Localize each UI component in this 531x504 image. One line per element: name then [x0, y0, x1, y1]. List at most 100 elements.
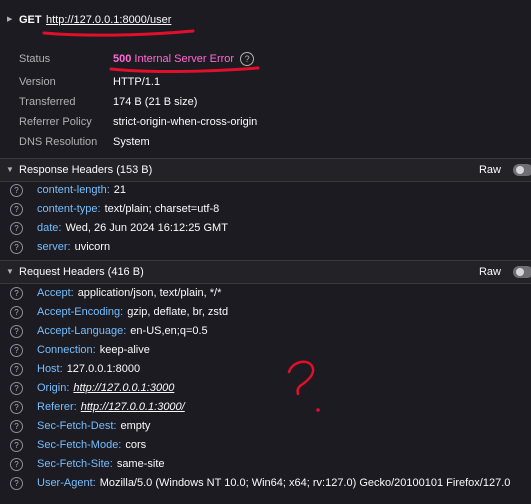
url-underline-annotation: [42, 29, 195, 37]
header-line: server: uvicorn: [37, 238, 110, 257]
header-line: Accept-Language: en-US,en;q=0.5: [37, 322, 208, 341]
header-help-icon[interactable]: ?: [10, 458, 23, 471]
header-name: User-Agent:: [37, 477, 96, 489]
header-name: server:: [37, 241, 71, 253]
header-value-link[interactable]: http://127.0.0.1:3000: [73, 382, 174, 394]
header-value: en-US,en;q=0.5: [130, 325, 208, 337]
request-method: GET: [19, 14, 42, 26]
header-value: text/plain; charset=utf-8: [104, 203, 220, 215]
request-headers-section[interactable]: ▼ Request Headers (416 B) Raw: [0, 260, 531, 284]
header-value: Wed, 26 Jun 2024 16:12:25 GMT: [65, 222, 228, 234]
header-value: application/json, text/plain, */*: [77, 287, 222, 299]
header-row: ? Accept-Encoding: gzip, deflate, br, zst…: [0, 303, 531, 322]
status-label: Status: [19, 53, 51, 65]
header-line: date: Wed, 26 Jun 2024 16:12:25 GMT: [37, 219, 228, 238]
header-value: uvicorn: [74, 241, 111, 253]
header-value: keep-alive: [99, 344, 150, 356]
header-line: Accept-Encoding: gzip, deflate, br, zstd: [37, 303, 228, 322]
version-label: Version: [19, 76, 56, 88]
header-line: content-length: 21: [37, 181, 126, 200]
status-help-icon[interactable]: ?: [240, 52, 255, 67]
header-help-icon[interactable]: ?: [10, 306, 23, 319]
header-row: ? Connection: keep-alive: [0, 341, 531, 360]
header-help-icon[interactable]: ?: [10, 477, 23, 490]
header-row: ? content-length: 21: [0, 181, 531, 200]
status-text: Internal Server Error: [134, 53, 235, 65]
header-name: Accept-Language:: [37, 325, 127, 337]
header-line: Referer: http://127.0.0.1:3000/: [37, 398, 185, 417]
header-row: ? Sec-Fetch-Dest: empty: [0, 417, 531, 436]
header-row: ? date: Wed, 26 Jun 2024 16:12:25 GMT: [0, 219, 531, 238]
header-line: User-Agent: Mozilla/5.0 (Windows NT 10.0;…: [37, 474, 510, 493]
header-name: Host:: [37, 363, 63, 375]
header-help-icon[interactable]: ?: [10, 241, 23, 254]
header-name: content-length:: [37, 184, 110, 196]
header-value: 21: [113, 184, 127, 196]
collapse-triangle-icon[interactable]: ▼: [6, 261, 14, 283]
dns-resolution-row: DNS Resolution System: [0, 132, 531, 152]
referrer-policy-value: strict-origin-when-cross-origin: [113, 116, 258, 128]
header-name: date:: [37, 222, 62, 234]
referrer-policy-label: Referrer Policy: [19, 116, 92, 128]
header-name: Sec-Fetch-Mode:: [37, 439, 122, 451]
request-url[interactable]: http://127.0.0.1:8000/user: [46, 10, 171, 30]
header-value: empty: [120, 420, 151, 432]
header-row: ? Sec-Fetch-Mode: cors: [0, 436, 531, 455]
version-row: Version HTTP/1.1: [0, 72, 531, 92]
status-row: Status 500 Internal Server Error?: [0, 49, 531, 69]
header-value: Mozilla/5.0 (Windows NT 10.0; Win64; x64…: [99, 477, 511, 489]
header-help-icon[interactable]: ?: [10, 382, 23, 395]
header-row: ? Sec-Fetch-Site: same-site: [0, 455, 531, 474]
header-value: same-site: [116, 458, 165, 470]
header-line: Sec-Fetch-Site: same-site: [37, 455, 165, 474]
header-line: Accept: application/json, text/plain, */*: [37, 284, 221, 303]
request-raw-toggle[interactable]: [513, 266, 531, 278]
header-help-icon[interactable]: ?: [10, 287, 23, 300]
header-line: Sec-Fetch-Mode: cors: [37, 436, 146, 455]
transferred-label: Transferred: [19, 96, 76, 108]
header-row: ? Host: 127.0.0.1:8000: [0, 360, 531, 379]
header-row: ? Accept-Language: en-US,en;q=0.5: [0, 322, 531, 341]
collapse-triangle-icon[interactable]: ▼: [6, 159, 14, 181]
response-raw-toggle[interactable]: [513, 164, 531, 176]
header-name: Connection:: [37, 344, 96, 356]
status-value: 500 Internal Server Error?: [113, 49, 255, 69]
transferred-row: Transferred 174 B (21 B size): [0, 92, 531, 112]
header-row: ? Referer: http://127.0.0.1:3000/: [0, 398, 531, 417]
header-help-icon[interactable]: ?: [10, 344, 23, 357]
header-value-link[interactable]: http://127.0.0.1:3000/: [81, 401, 185, 413]
header-line: content-type: text/plain; charset=utf-8: [37, 200, 219, 219]
header-help-icon[interactable]: ?: [10, 401, 23, 414]
header-line: Sec-Fetch-Dest: empty: [37, 417, 150, 436]
request-headers-title: Request Headers (416 B): [19, 266, 144, 278]
header-help-icon[interactable]: ?: [10, 184, 23, 197]
request-summary-row[interactable]: ▶ GET http://127.0.0.1:8000/user: [0, 10, 531, 30]
header-value: gzip, deflate, br, zstd: [127, 306, 229, 318]
header-help-icon[interactable]: ?: [10, 439, 23, 452]
header-name: content-type:: [37, 203, 101, 215]
header-name: Origin:: [37, 382, 70, 394]
expand-triangle-icon[interactable]: ▶: [7, 10, 12, 30]
header-line: Origin: http://127.0.0.1:3000: [37, 379, 174, 398]
header-help-icon[interactable]: ?: [10, 420, 23, 433]
header-row: ? Accept: application/json, text/plain, *…: [0, 284, 531, 303]
response-headers-title: Response Headers (153 B): [19, 164, 153, 176]
header-help-icon[interactable]: ?: [10, 363, 23, 376]
header-help-icon[interactable]: ?: [10, 222, 23, 235]
header-help-icon[interactable]: ?: [10, 203, 23, 216]
referrer-policy-row: Referrer Policy strict-origin-when-cross…: [0, 112, 531, 132]
header-row: ? content-type: text/plain; charset=utf-8: [0, 200, 531, 219]
dns-resolution-label: DNS Resolution: [19, 136, 98, 148]
request-raw-label: Raw: [478, 266, 501, 278]
header-name: Accept:: [37, 287, 74, 299]
header-line: Connection: keep-alive: [37, 341, 150, 360]
dns-resolution-value: System: [113, 136, 150, 148]
header-name: Sec-Fetch-Dest:: [37, 420, 117, 432]
header-help-icon[interactable]: ?: [10, 325, 23, 338]
header-name: Referer:: [37, 401, 77, 413]
header-line: Host: 127.0.0.1:8000: [37, 360, 140, 379]
header-name: Accept-Encoding:: [37, 306, 124, 318]
header-row: ? User-Agent: Mozilla/5.0 (Windows NT 10.…: [0, 474, 531, 493]
response-headers-section[interactable]: ▼ Response Headers (153 B) Raw: [0, 158, 531, 182]
version-value: HTTP/1.1: [113, 76, 161, 88]
